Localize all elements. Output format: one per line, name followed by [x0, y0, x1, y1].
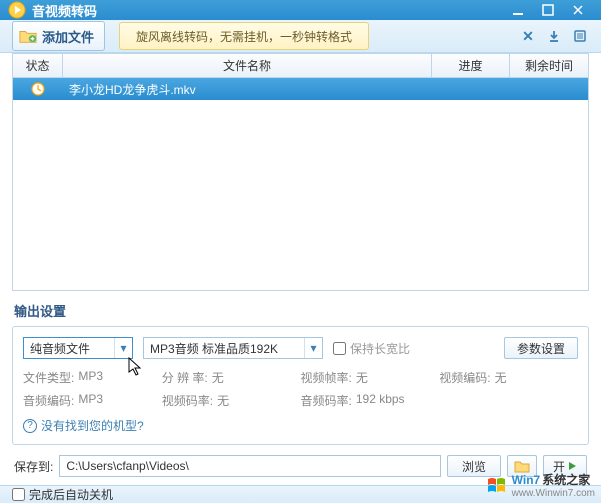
table-body: 李小龙HD龙争虎斗.mkv: [13, 78, 588, 290]
settings-icon[interactable]: [571, 27, 589, 45]
output-settings-panel: 纯音频文件 ▾ MP3音频 标准品质192K ▾ 保持长宽比 参数设置 文件类型…: [12, 326, 589, 445]
table-row[interactable]: 李小龙HD龙争虎斗.mkv: [13, 78, 588, 100]
table-header: 状态 文件名称 进度 剩余时间: [13, 54, 588, 78]
footer: 完成后自动关机 Win7 系统之家 www.Winwin7.com: [0, 485, 601, 503]
cell-name: 李小龙HD龙争虎斗.mkv: [63, 78, 432, 100]
output-info-grid: 文件类型:MP3 分 辨 率:无 视频帧率:无 视频编码:无 音频编码:MP3 …: [23, 369, 578, 409]
th-name: 文件名称: [63, 54, 432, 77]
info-audio-codec: 音频编码:MP3: [23, 392, 162, 409]
folder-plus-icon: [19, 28, 37, 44]
help-link[interactable]: ? 没有找到您的机型?: [23, 417, 578, 434]
output-format-combo[interactable]: MP3音频 标准品质192K ▾: [143, 337, 323, 359]
info-audio-bitrate: 音频码率:192 kbps: [301, 392, 440, 409]
param-settings-button[interactable]: 参数设置: [504, 337, 578, 359]
file-table: 状态 文件名称 进度 剩余时间 李小龙HD龙争虎斗.mkv: [12, 53, 589, 291]
clock-icon: [31, 82, 45, 96]
tip-banner: 旋风离线转码，无需挂机，一秒钟转格式: [119, 22, 369, 50]
keep-ratio-input[interactable]: [333, 342, 346, 355]
save-path-input[interactable]: [59, 455, 441, 477]
maximize-button[interactable]: [533, 0, 563, 20]
watermark: Win7 系统之家 www.Winwin7.com: [486, 471, 595, 499]
windows-logo-icon: [486, 475, 508, 495]
titlebar: 音视频转码: [0, 0, 601, 20]
help-text: 没有找到您的机型?: [41, 417, 144, 434]
info-video-bitrate: 视频码率:无: [162, 392, 301, 409]
play-icon: [567, 461, 577, 471]
down-arrow-icon[interactable]: [545, 27, 563, 45]
window-title: 音视频转码: [32, 1, 503, 20]
save-label: 保存到:: [14, 458, 53, 475]
output-section-label: 输出设置: [14, 301, 589, 320]
toolbar: 添加文件 旋风离线转码，无需挂机，一秒钟转格式 ✕: [0, 20, 601, 53]
auto-shutdown-input[interactable]: [12, 488, 25, 501]
th-progress: 进度: [432, 54, 510, 77]
chevron-down-icon: ▾: [114, 338, 132, 358]
auto-shutdown-checkbox[interactable]: 完成后自动关机: [12, 486, 113, 503]
info-resolution: 分 辨 率:无: [162, 369, 301, 386]
output-type-value: 纯音频文件: [24, 340, 114, 357]
th-time: 剩余时间: [510, 54, 588, 77]
help-icon: ?: [23, 419, 37, 433]
add-file-button[interactable]: 添加文件: [12, 21, 105, 51]
auto-shutdown-label: 完成后自动关机: [29, 486, 113, 503]
app-logo-icon: [8, 1, 26, 19]
info-video-codec: 视频编码:无: [439, 369, 578, 386]
output-format-value: MP3音频 标准品质192K: [144, 340, 304, 357]
watermark-brand2: 系统之家: [542, 471, 590, 488]
minimize-button[interactable]: [503, 0, 533, 20]
add-file-label: 添加文件: [42, 27, 94, 46]
info-video-fps: 视频帧率:无: [301, 369, 440, 386]
toolbar-actions: ✕: [519, 27, 589, 45]
cell-status: [13, 78, 63, 100]
chevron-down-icon: ▾: [304, 338, 322, 358]
close-button[interactable]: [563, 0, 593, 20]
keep-ratio-checkbox[interactable]: 保持长宽比: [333, 340, 410, 357]
keep-ratio-label: 保持长宽比: [350, 340, 410, 357]
info-file-type: 文件类型:MP3: [23, 369, 162, 386]
output-type-combo[interactable]: 纯音频文件 ▾: [23, 337, 133, 359]
app-window: 音视频转码 添加文件 旋风离线转码，无需挂机，一秒钟转格式 ✕: [0, 0, 601, 503]
cell-time: [510, 78, 588, 100]
cell-progress: [432, 78, 510, 100]
watermark-brand1: Win7: [512, 473, 541, 487]
watermark-url: www.Winwin7.com: [512, 488, 595, 499]
th-status: 状态: [13, 54, 63, 77]
main-content: 状态 文件名称 进度 剩余时间 李小龙HD龙争虎斗.mkv 输出设置: [0, 53, 601, 485]
remove-icon[interactable]: ✕: [519, 27, 537, 45]
